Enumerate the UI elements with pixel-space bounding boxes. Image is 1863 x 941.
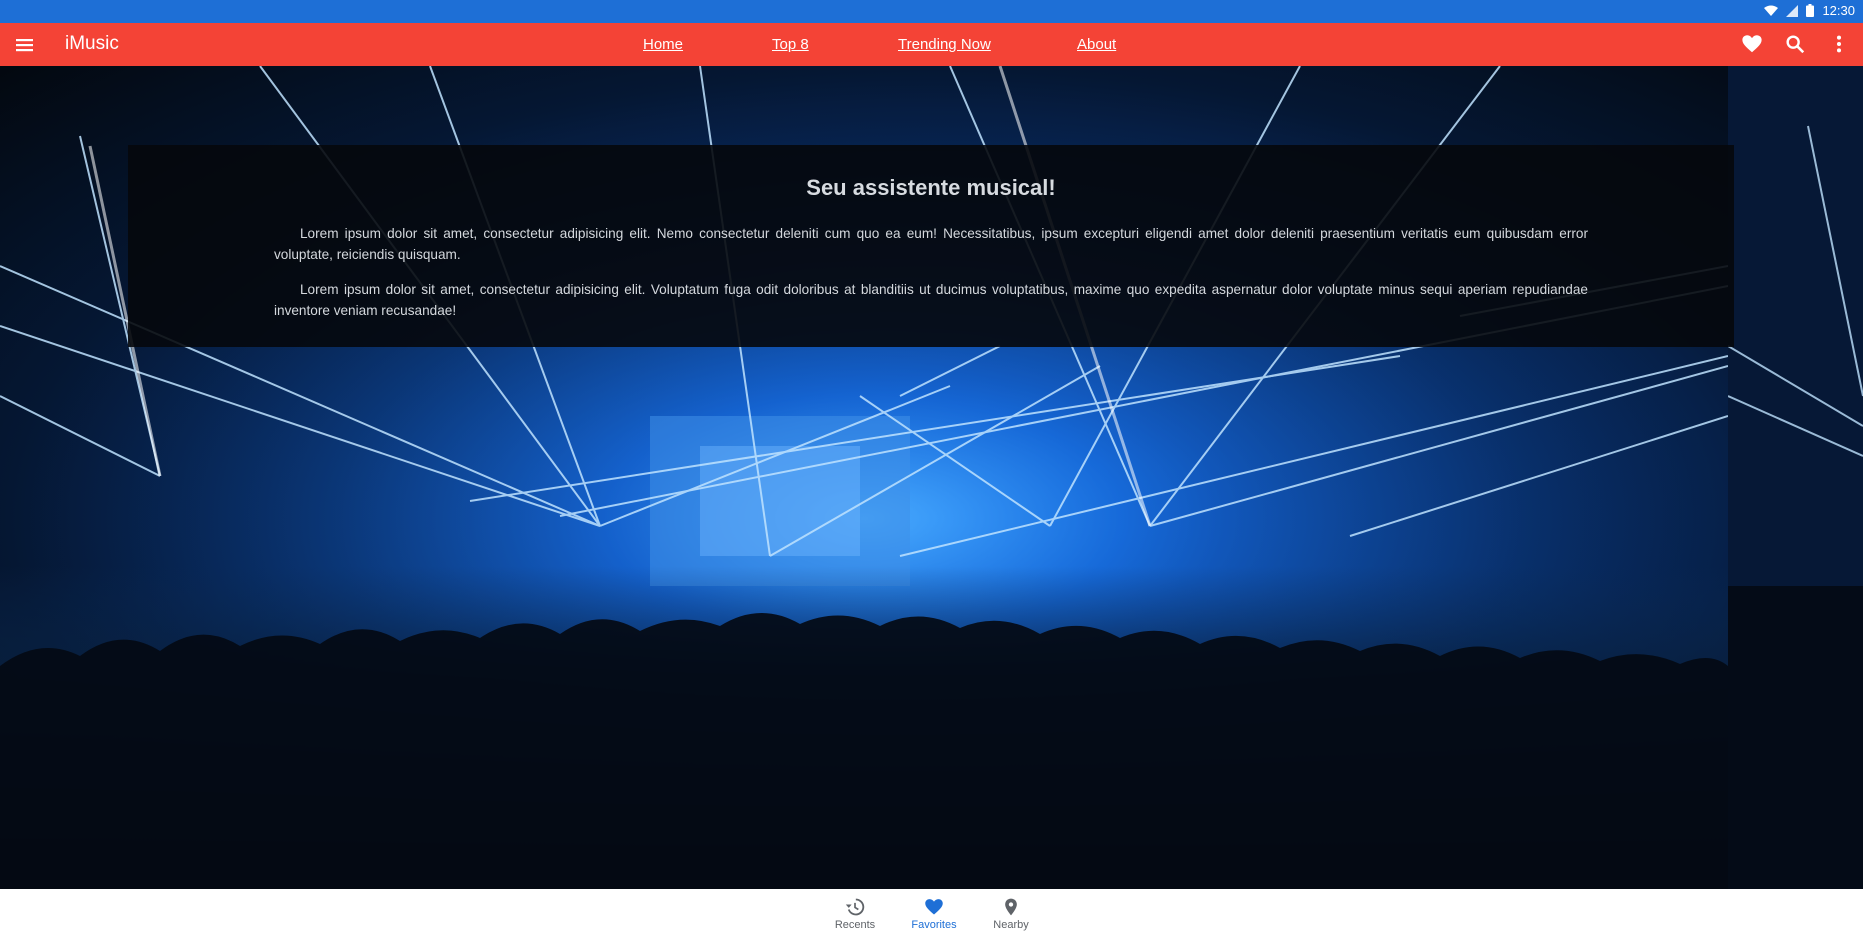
bottom-nav-nearby[interactable]: Nearby — [976, 897, 1046, 931]
menu-icon[interactable] — [14, 34, 38, 56]
nav-link-trending-now[interactable]: Trending Now — [898, 36, 991, 53]
nav-link-about[interactable]: About — [1077, 36, 1116, 53]
bottom-nav-recents[interactable]: Recents — [820, 897, 890, 931]
heart-icon — [899, 897, 969, 917]
clock: 12:30 — [1822, 3, 1855, 18]
bottom-nav-label: Nearby — [993, 919, 1029, 931]
bottom-nav-favorites[interactable]: Favorites — [899, 897, 969, 931]
status-bar: 12:30 — [0, 0, 1863, 23]
history-icon — [820, 897, 890, 917]
hero-heading: Seu assistente musical! — [806, 175, 1056, 200]
hero-side-strip — [1728, 66, 1863, 889]
hero-section: Seu assistente musical! Lorem ipsum dolo… — [0, 66, 1863, 889]
wifi-icon — [1764, 5, 1779, 17]
bottom-nav-label: Recents — [834, 919, 876, 931]
intro-card: Seu assistente musical! Lorem ipsum dolo… — [128, 145, 1734, 347]
intro-paragraph: Lorem ipsum dolor sit amet, consectetur … — [274, 226, 1588, 262]
heart-icon[interactable] — [1741, 33, 1763, 60]
intro-paragraph: Lorem ipsum dolor sit amet, consectetur … — [274, 282, 1588, 318]
bottom-nav-label: Favorites — [911, 919, 957, 931]
location-pin-icon — [976, 897, 1046, 917]
app-title: iMusic — [65, 33, 119, 54]
more-vert-icon[interactable] — [1829, 33, 1849, 60]
signal-icon — [1786, 4, 1799, 17]
nav-link-top-8[interactable]: Top 8 — [772, 36, 809, 53]
app-bar: iMusic Home Top 8 Trending Now About — [0, 23, 1863, 66]
nav-link-home[interactable]: Home — [643, 36, 683, 53]
search-icon[interactable] — [1784, 33, 1806, 60]
battery-icon — [1806, 4, 1815, 17]
bottom-navigation: Recents Favorites Nearby — [0, 889, 1863, 941]
